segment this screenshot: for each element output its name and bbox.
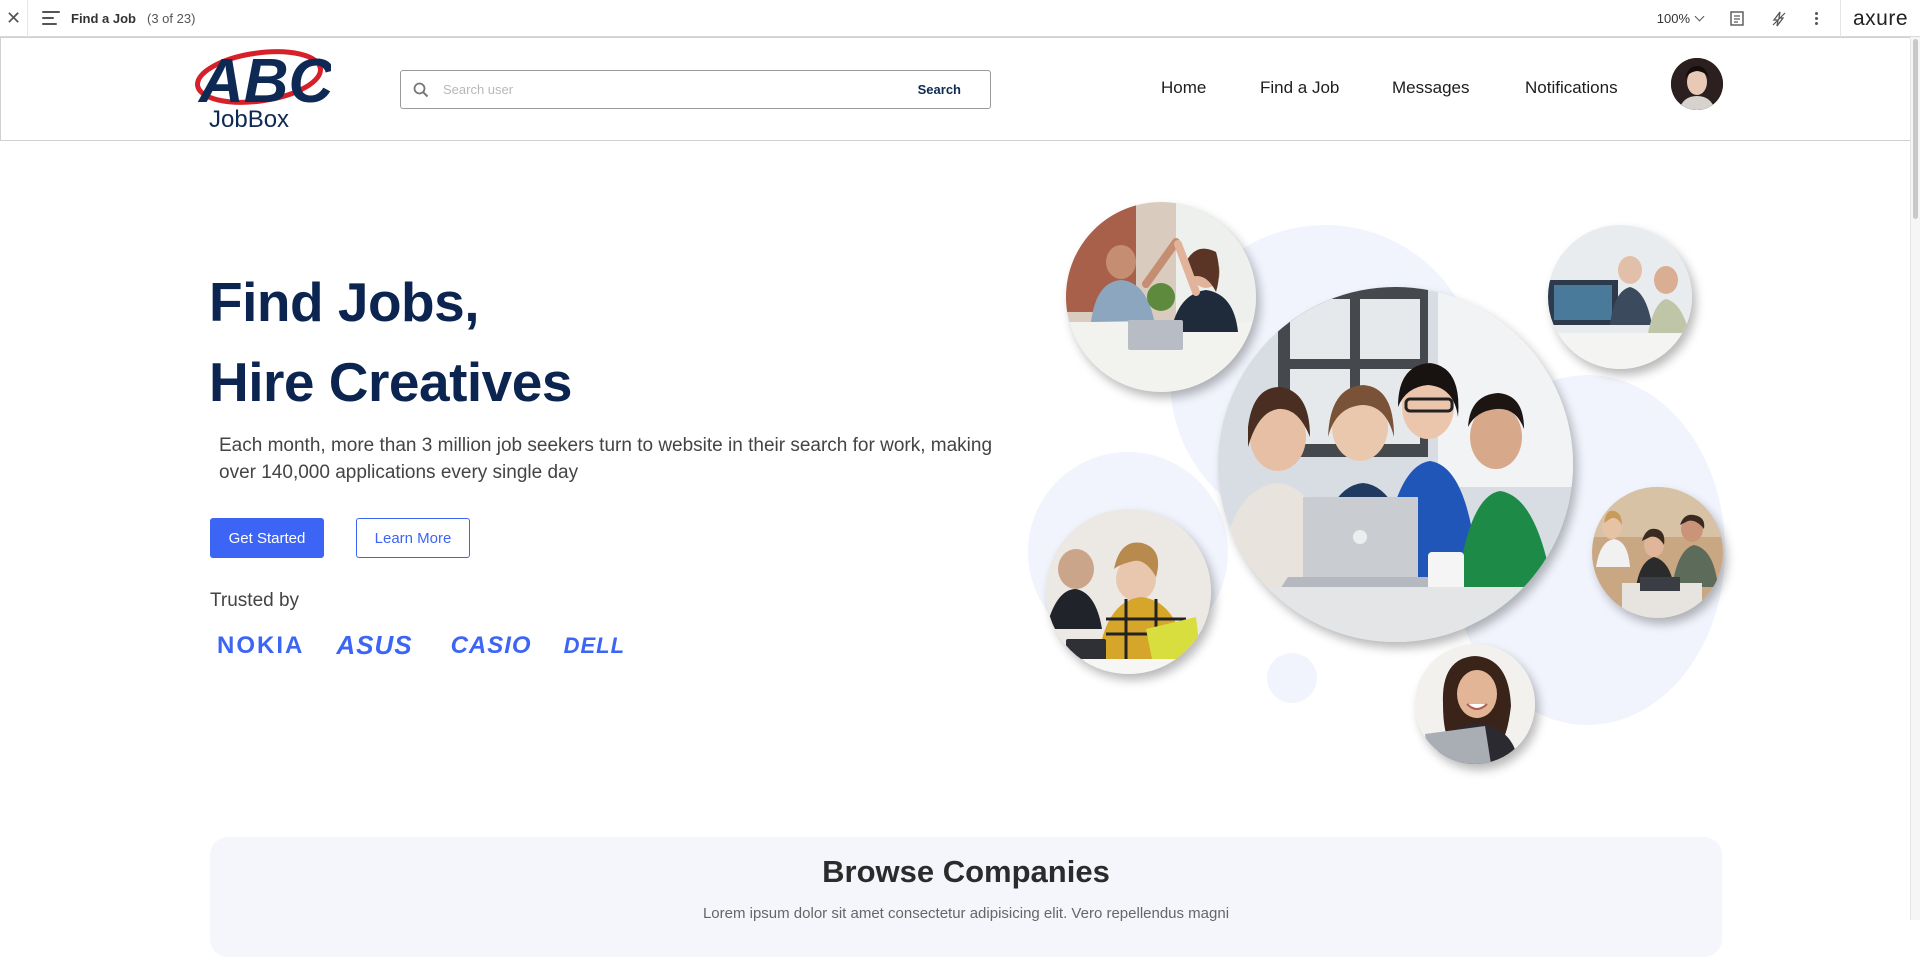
browse-companies-section: Browse Companies Lorem ipsum dolor sit a…	[210, 837, 1722, 957]
close-icon[interactable]: ✕	[0, 0, 28, 37]
browse-companies-subtitle: Lorem ipsum dolor sit amet consectetur a…	[702, 905, 1230, 922]
more-options-icon[interactable]	[1815, 12, 1818, 25]
team-meeting-photo	[1592, 487, 1723, 618]
office-workers-photo	[1548, 225, 1692, 369]
nav-home[interactable]: Home	[1161, 78, 1206, 98]
search-input[interactable]	[443, 82, 918, 97]
learn-more-button[interactable]: Learn More	[356, 518, 470, 558]
interactions-icon[interactable]	[1771, 11, 1787, 27]
chevron-down-icon	[1694, 11, 1705, 22]
nav-find-a-job[interactable]: Find a Job	[1260, 78, 1339, 98]
team-high-five-photo	[1066, 202, 1256, 392]
page-count: (3 of 23)	[147, 10, 196, 26]
nokia-logo: NOKIA	[217, 631, 305, 659]
axure-logo: axure	[1840, 0, 1920, 37]
student-laughing-photo	[1046, 509, 1211, 674]
notes-icon[interactable]	[1729, 11, 1745, 27]
team-laptop-photo	[1218, 287, 1573, 642]
scrollbar-thumb[interactable]	[1913, 39, 1918, 219]
logo-wordmark: JobBox	[209, 106, 290, 133]
axure-toolbar: ✕ Find a Job (3 of 23) 100% axure	[0, 0, 1920, 37]
sitemap-menu-icon[interactable]	[42, 11, 60, 25]
search-icon	[413, 82, 429, 97]
browse-companies-title: Browse Companies	[822, 854, 1110, 889]
nav-notifications[interactable]: Notifications	[1525, 78, 1618, 98]
woman-laptop-photo	[1415, 644, 1535, 764]
hero-subtitle: Each month, more than 3 million job seek…	[219, 435, 993, 483]
abc-logo-mark: ABC	[195, 47, 335, 116]
search-button[interactable]: Search	[918, 82, 961, 97]
hero-title-line2: Hire Creatives	[209, 351, 572, 413]
zoom-select[interactable]: 100%	[1656, 11, 1705, 26]
asus-logo: ASUS	[336, 630, 413, 660]
zoom-level: 100%	[1656, 11, 1690, 26]
trusted-brands: NOKIA ASUS CASIO DELL	[217, 630, 625, 661]
bubble-bg	[1267, 653, 1317, 703]
site-header: ABC JobBox Search Home Find a Job Messag…	[0, 37, 1920, 141]
casio-logo: CASIO	[450, 631, 532, 659]
get-started-button[interactable]: Get Started	[210, 518, 324, 558]
page-name: Find a Job	[71, 10, 136, 26]
hero-title-line1: Find Jobs,	[209, 271, 480, 333]
trusted-by-label: Trusted by	[210, 590, 300, 611]
page-scrollbar[interactable]	[1910, 37, 1920, 920]
user-avatar[interactable]	[1671, 58, 1723, 110]
dell-logo: DELL	[563, 632, 626, 658]
nav-messages[interactable]: Messages	[1392, 78, 1469, 98]
jobbox-logo[interactable]: ABC JobBox	[191, 47, 335, 135]
logo-letters: ABC	[197, 47, 331, 109]
search-bar: Search	[400, 70, 991, 109]
